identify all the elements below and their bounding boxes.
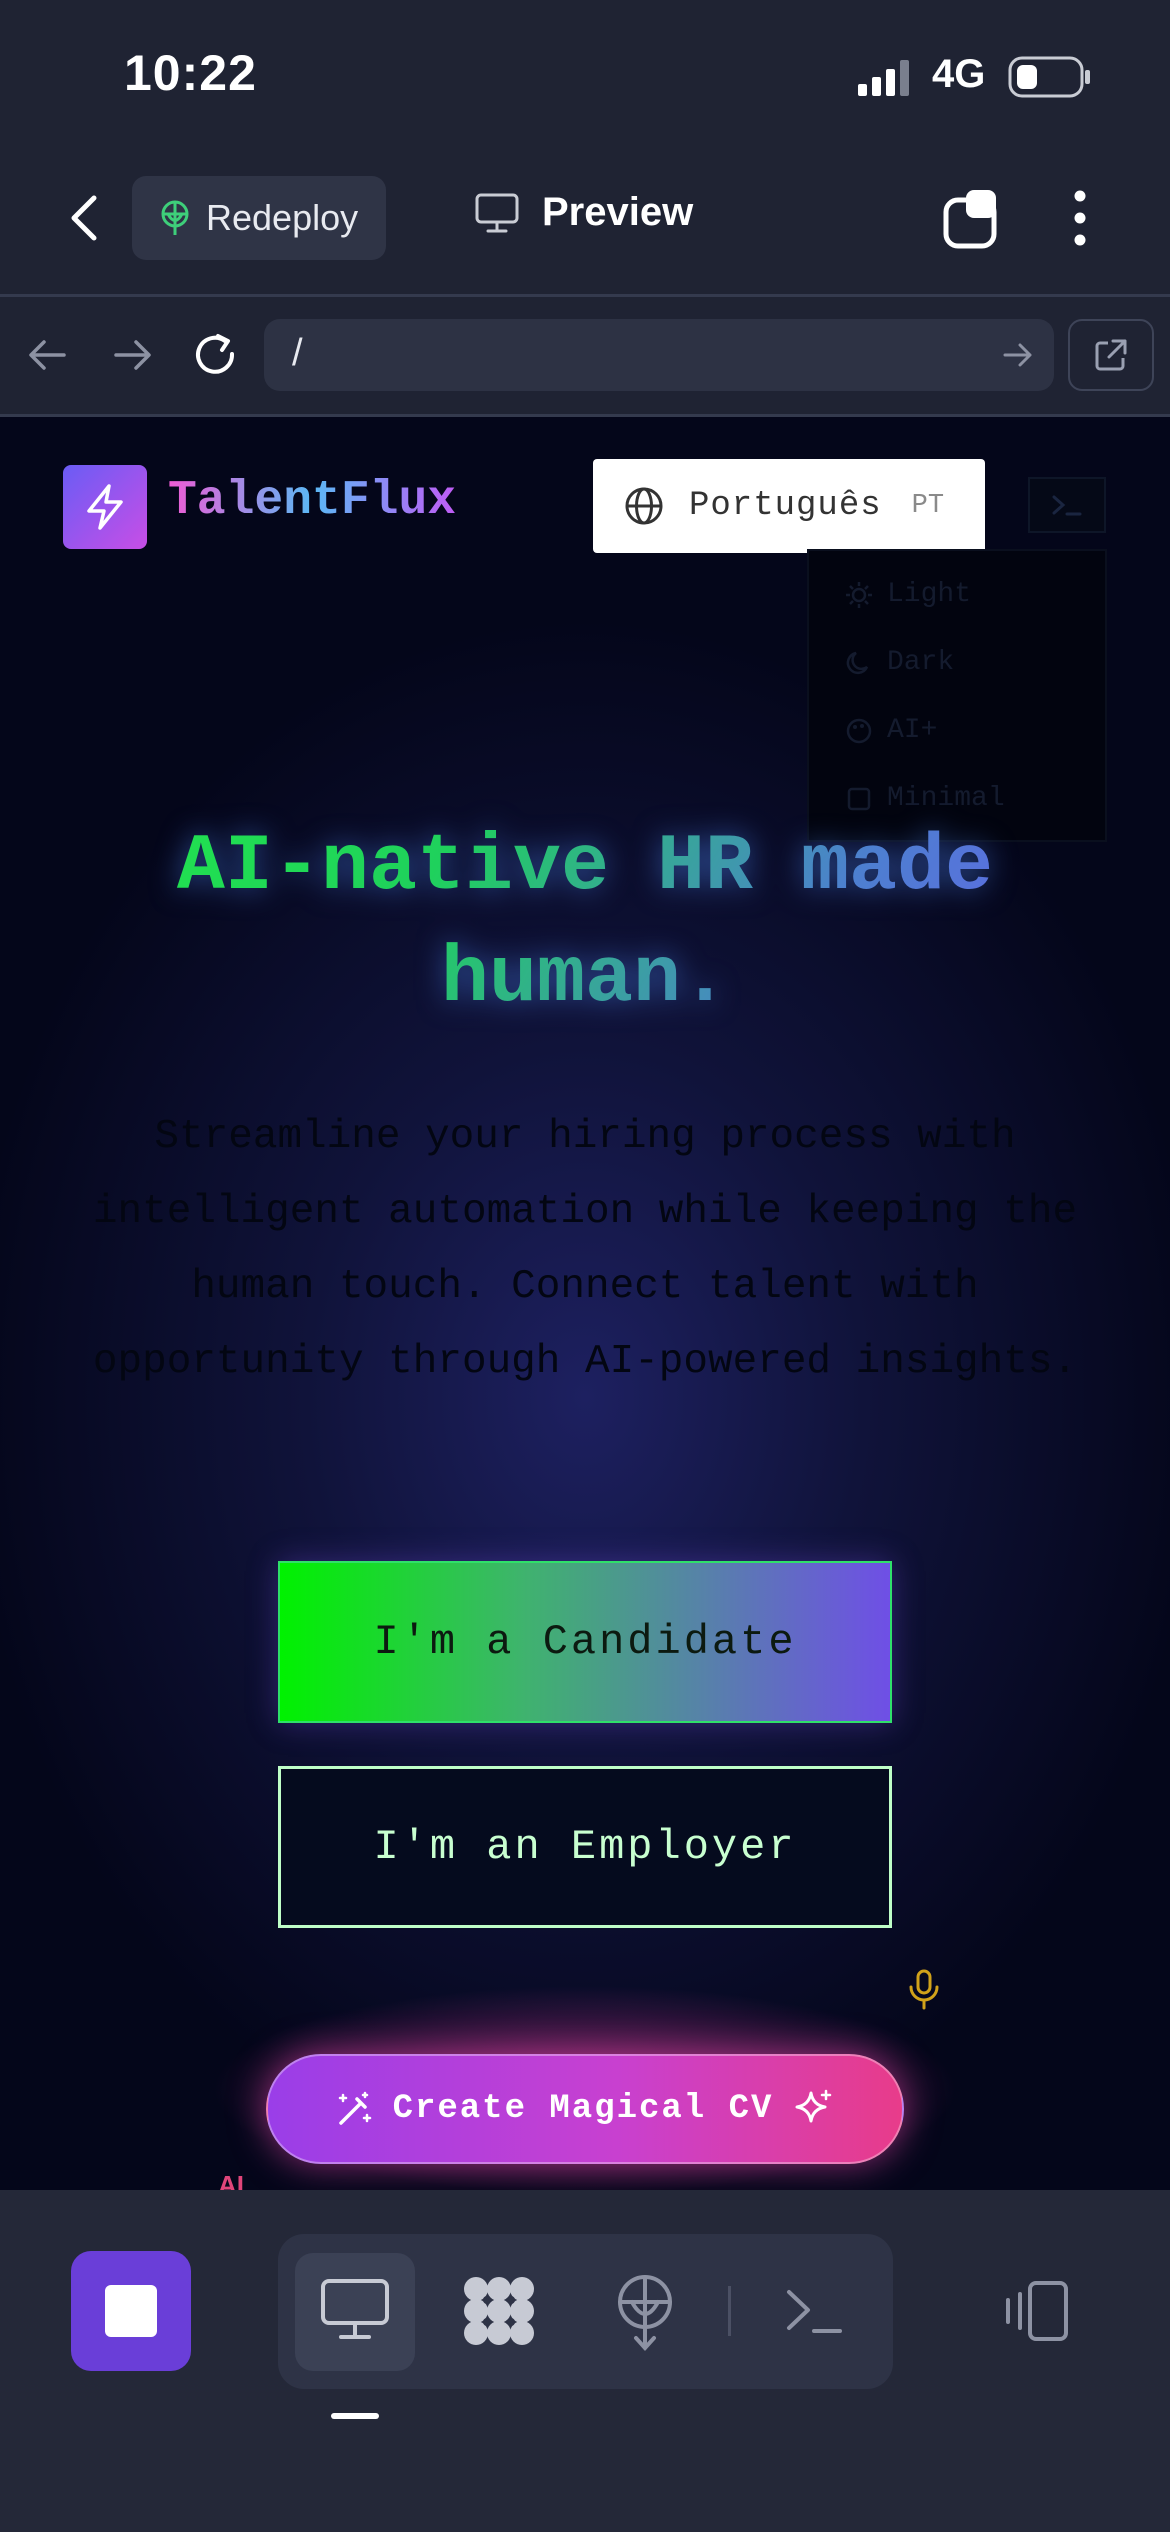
battery-icon: [1008, 56, 1090, 98]
candidate-button[interactable]: I'm a Candidate: [278, 1561, 892, 1723]
view-tab-shell[interactable]: [784, 2286, 844, 2336]
view-tab-deploy[interactable]: [610, 2272, 680, 2352]
hero-subtitle: Streamline your hiring process with inte…: [92, 1114, 1078, 1385]
network-type: 4G: [932, 52, 986, 96]
create-cv-label: Create Magical CV: [392, 2090, 774, 2128]
language-code: PT: [911, 491, 945, 521]
external-link-icon: [1095, 339, 1127, 371]
theme-option-dark[interactable]: Dark: [845, 647, 954, 678]
employer-button-label: I'm an Employer: [373, 1823, 797, 1871]
theme-option-ai[interactable]: AI+: [845, 715, 937, 746]
brand-logo[interactable]: [63, 465, 147, 549]
theme-menu: Light Dark AI+ Minimal: [807, 549, 1107, 842]
tabs-icon[interactable]: [942, 186, 1008, 250]
open-external-button[interactable]: [1068, 319, 1154, 391]
view-switcher-divider: [728, 2286, 731, 2336]
theme-label-ai: AI+: [887, 715, 938, 746]
status-time: 10:22: [124, 45, 257, 101]
signal-icon: [858, 60, 909, 96]
nav-back-icon[interactable]: [26, 336, 68, 374]
palette-icon: [846, 718, 872, 743]
terminal-icon: [1052, 495, 1082, 516]
theme-toggle-button[interactable]: [1028, 477, 1106, 533]
square-icon: [847, 787, 871, 810]
stop-button[interactable]: [71, 2251, 191, 2371]
reload-icon[interactable]: [192, 332, 240, 378]
nav-forward-icon[interactable]: [112, 336, 154, 374]
magic-wand-icon: [338, 2091, 371, 2125]
view-tab-modules[interactable]: [460, 2275, 538, 2347]
devices-button[interactable]: [998, 2280, 1070, 2347]
moon-icon: [846, 651, 869, 674]
stop-icon: [105, 2285, 157, 2337]
sparkles-icon: [795, 2089, 832, 2123]
url-input[interactable]: [264, 319, 1054, 391]
go-arrow-icon[interactable]: [1002, 340, 1034, 370]
theme-label-light: Light: [887, 579, 972, 610]
terminal-icon: [787, 2290, 842, 2333]
monitor-icon: [321, 2279, 389, 2339]
preview-tab[interactable]: Preview: [474, 190, 693, 235]
language-selector[interactable]: Português PT: [593, 459, 985, 553]
candidate-button-label: I'm a Candidate: [373, 1618, 797, 1666]
globe-icon: [625, 487, 663, 525]
monitor-icon: [475, 193, 519, 232]
deploy-icon: [161, 200, 189, 235]
employer-button[interactable]: I'm an Employer: [278, 1766, 892, 1928]
theme-option-minimal[interactable]: Minimal: [845, 783, 1005, 814]
redeploy-label: Redeploy: [206, 197, 359, 238]
theme-option-light[interactable]: Light: [845, 579, 971, 610]
hero-line-1: AI-native HR made: [176, 822, 994, 913]
preview-label: Preview: [542, 190, 694, 234]
hero-line-2: human.: [440, 934, 730, 1025]
sun-icon: [846, 581, 872, 608]
hero-headline: AI-native HR made human.: [40, 812, 1130, 1036]
lightning-icon: [87, 484, 123, 530]
more-menu-icon[interactable]: [1068, 188, 1092, 248]
active-tab-indicator: [331, 2413, 379, 2419]
language-label: Português: [689, 487, 882, 525]
brand-name[interactable]: TalentFlux: [168, 474, 456, 528]
modules-icon: [464, 2277, 534, 2345]
url-text: /: [292, 332, 303, 374]
redeploy-button[interactable]: Redeploy: [132, 176, 386, 260]
create-cv-button[interactable]: Create Magical CV: [266, 2054, 904, 2164]
deploy-icon: [618, 2275, 672, 2351]
theme-label-dark: Dark: [887, 647, 955, 678]
back-chevron-icon[interactable]: [66, 192, 102, 244]
device-switch-icon: [1006, 2281, 1068, 2341]
theme-label-minimal: Minimal: [887, 783, 1005, 814]
view-tab-preview-icon-wrap: [319, 2277, 391, 2343]
